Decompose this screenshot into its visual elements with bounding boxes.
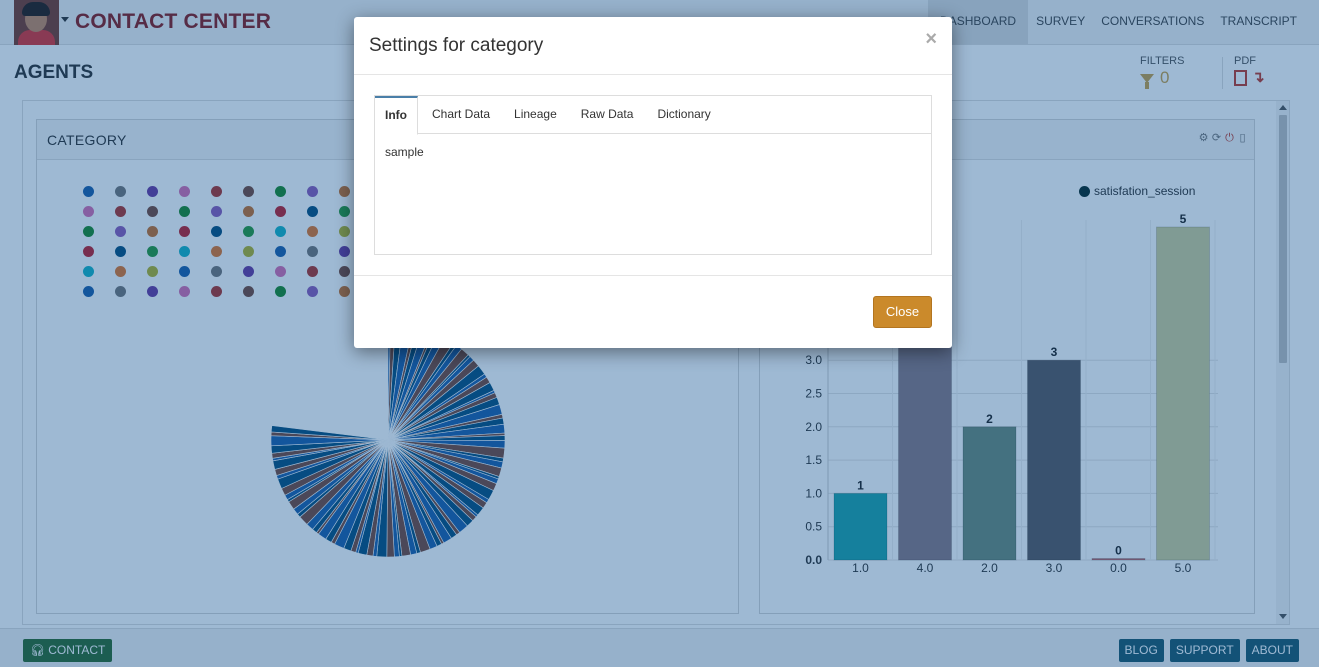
tab-container: Info Chart Data Lineage Raw Data Diction…	[374, 95, 932, 255]
tab-chart-data[interactable]: Chart Data	[422, 96, 500, 134]
tab-list: Info Chart Data Lineage Raw Data Diction…	[375, 96, 931, 135]
tab-raw-data[interactable]: Raw Data	[571, 96, 644, 134]
modal-title: Settings for category	[369, 35, 544, 56]
tab-info[interactable]: Info	[375, 96, 418, 135]
tab-content: sample	[385, 145, 424, 159]
settings-modal: Settings for category × Info Chart Data …	[354, 17, 952, 348]
close-icon[interactable]: ×	[925, 28, 937, 50]
close-button[interactable]: Close	[873, 296, 932, 328]
tab-dictionary[interactable]: Dictionary	[647, 96, 720, 134]
modal-header: Settings for category ×	[354, 17, 952, 75]
tab-lineage[interactable]: Lineage	[504, 96, 567, 134]
modal-footer-divider	[354, 275, 952, 276]
